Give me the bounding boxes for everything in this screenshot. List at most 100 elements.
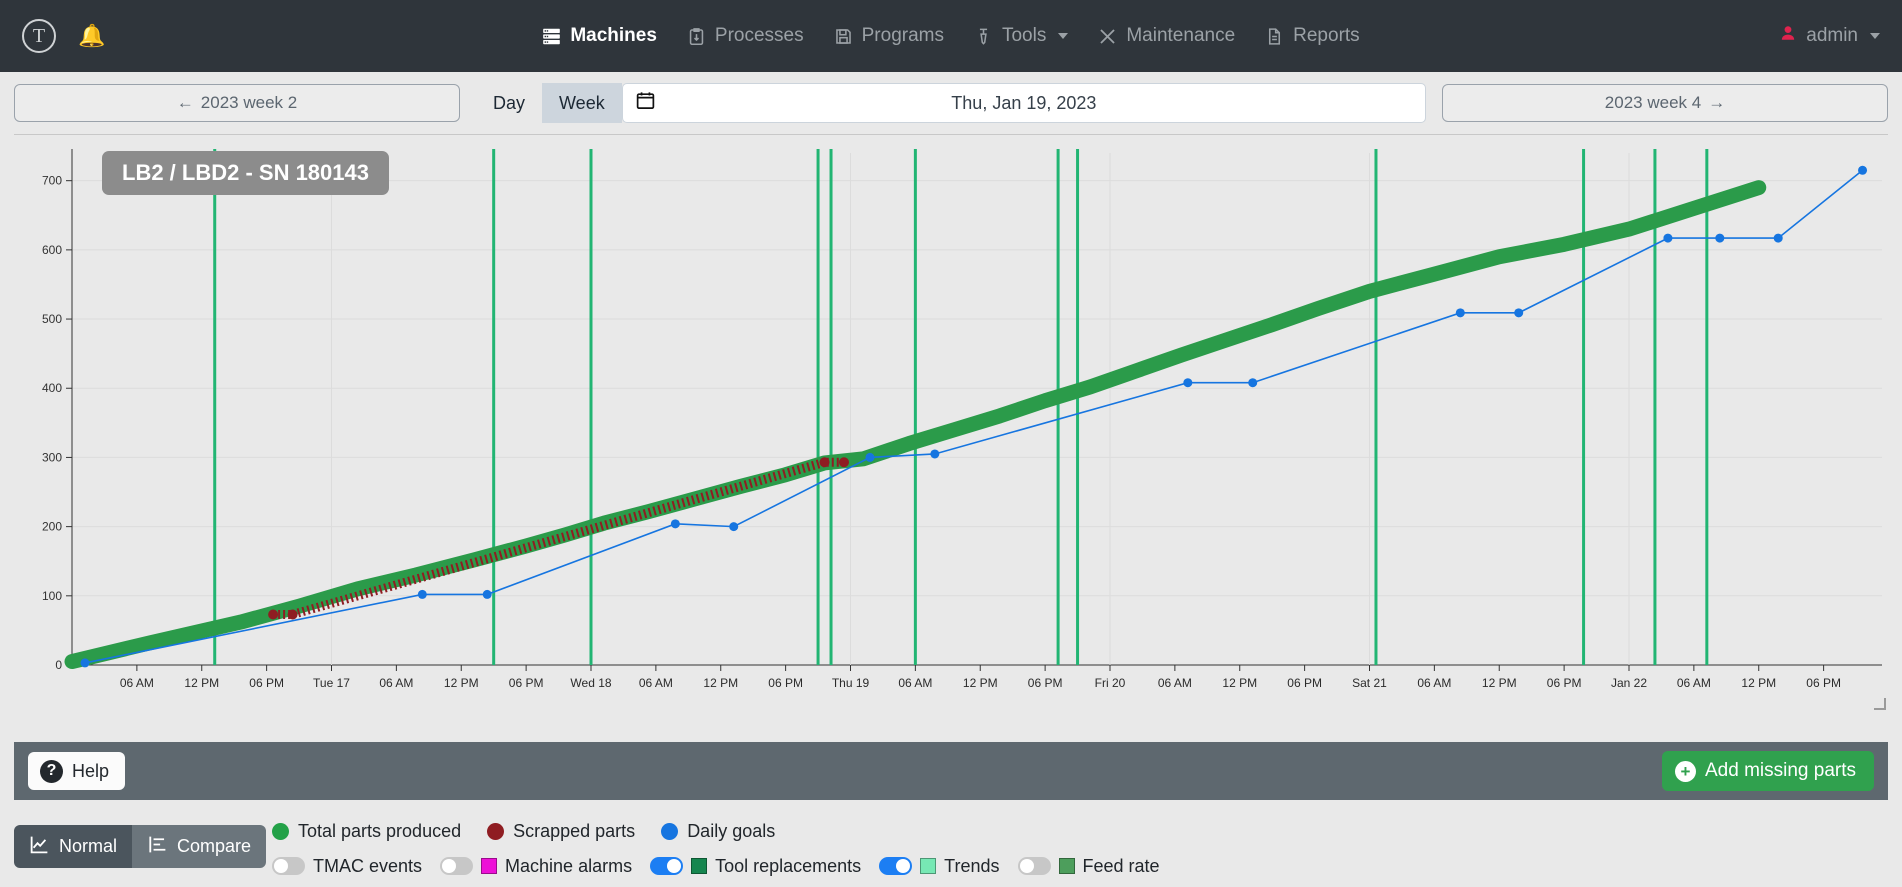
svg-text:06 PM: 06 PM — [509, 676, 544, 690]
legend-color-dot — [487, 822, 505, 840]
chart-action-bar: ? Help + Add missing parts — [14, 742, 1888, 800]
nav-label: Tools — [1001, 25, 1047, 46]
legend-toggle-group: Tool replacements — [650, 856, 861, 877]
toggle-switch[interactable] — [650, 857, 684, 875]
legend-series-item[interactable]: Scrapped parts — [487, 821, 635, 842]
add-missing-parts-button[interactable]: + Add missing parts — [1661, 751, 1874, 791]
legend-toggles-row: TMAC events Machine alarms Tool replacemen… — [272, 849, 1160, 883]
brand-logo-icon[interactable]: T — [22, 19, 56, 53]
nav-label: Processes — [714, 25, 804, 46]
nav-item-reports[interactable]: Reports — [1265, 25, 1360, 47]
legend-series-label: Total parts produced — [298, 820, 462, 841]
svg-text:Tue 17: Tue 17 — [313, 676, 350, 690]
next-week-button[interactable]: 2023 week 4 → — [1442, 84, 1888, 122]
legend-toggle-label: Machine alarms — [505, 855, 633, 876]
nav-item-programs[interactable]: Programs — [834, 25, 944, 47]
nav-item-tools[interactable]: Tools — [974, 25, 1069, 47]
toggle-switch[interactable] — [272, 857, 305, 875]
svg-text:Thu 19: Thu 19 — [832, 676, 870, 690]
svg-text:12 PM: 12 PM — [963, 676, 998, 690]
date-selector-group: Day Week Thu, Jan 19, 2023 — [460, 83, 1442, 123]
help-button[interactable]: ? Help — [28, 752, 126, 790]
machine-badge: LB2 / LBD2 - SN 180143 — [102, 151, 389, 195]
svg-text:06 PM: 06 PM — [768, 676, 803, 690]
legend-toggle-label: TMAC events — [313, 855, 423, 876]
svg-text:12 PM: 12 PM — [703, 676, 738, 690]
nav-label: Reports — [1293, 25, 1360, 46]
svg-text:Wed 18: Wed 18 — [570, 676, 611, 690]
legend-toggle-group: TMAC events — [272, 856, 422, 877]
previous-week-label: 2023 week 2 — [200, 93, 298, 112]
svg-text:06 AM: 06 AM — [1417, 676, 1451, 690]
help-label: Help — [72, 760, 110, 781]
range-week-button[interactable]: Week — [542, 83, 622, 123]
legend-color-dot — [272, 822, 289, 840]
svg-text:06 PM: 06 PM — [1028, 676, 1063, 690]
legend-toggle-group: Machine alarms — [440, 856, 632, 877]
toggle-switch[interactable] — [440, 857, 474, 875]
svg-text:Fri 20: Fri 20 — [1095, 676, 1126, 690]
chart-container[interactable]: 0 100 200 300 400 500 600 700 06 AM 12 PM 06 PM Tue… — [14, 134, 1888, 712]
svg-text:700: 700 — [42, 174, 62, 188]
date-toolbar: ← 2023 week 2 Day Week Thu, Jan 19, 2023… — [0, 72, 1902, 134]
legend-toggle-label: Tool replacements — [715, 855, 862, 876]
toggle-switch[interactable] — [879, 857, 913, 875]
line-chart-icon — [29, 834, 50, 860]
svg-text:100: 100 — [42, 589, 62, 603]
range-day-button[interactable]: Day — [476, 83, 543, 123]
toggle-switch[interactable] — [1017, 857, 1051, 875]
tools-cross-icon — [1098, 27, 1117, 46]
chevron-down-icon — [1058, 33, 1069, 39]
svg-text:06 AM: 06 AM — [639, 676, 673, 690]
legend-area: Normal Compare Total parts produced Scrap… — [0, 810, 1902, 887]
selected-date-label: Thu, Jan 19, 2023 — [951, 92, 1097, 113]
legend-color-swatch — [481, 858, 498, 874]
mode-compare-label: Compare — [177, 836, 252, 856]
legend-series-item[interactable]: Total parts produced — [272, 821, 461, 842]
main-nav-items: Machines Processes Programs Tools Mainte… — [0, 25, 1902, 47]
chart-resize-handle[interactable] — [1874, 698, 1886, 710]
legend-columns: Total parts produced Scrapped parts Daily … — [272, 813, 1160, 883]
nav-label: Programs — [861, 25, 944, 46]
server-rack-icon — [542, 27, 561, 46]
plus-circle-icon: + — [1674, 760, 1696, 782]
user-menu[interactable]: admin — [1779, 24, 1880, 48]
previous-week-button[interactable]: ← 2023 week 2 — [14, 84, 460, 122]
top-navigation-bar: T 🔔 Machines Processes Programs Tools Ma… — [0, 0, 1902, 72]
legend-toggle-label: Feed rate — [1082, 855, 1160, 876]
nav-label: Maintenance — [1126, 25, 1236, 46]
save-disk-icon — [834, 27, 853, 46]
bell-icon[interactable]: 🔔 — [78, 25, 105, 47]
legend-color-dot — [661, 822, 679, 840]
legend-color-swatch — [691, 858, 708, 874]
nav-item-machines[interactable]: Machines — [542, 25, 657, 47]
svg-text:200: 200 — [42, 520, 62, 534]
legend-series-label: Daily goals — [687, 820, 776, 841]
svg-text:06 AM: 06 AM — [898, 676, 932, 690]
range-toggle: Day Week — [476, 83, 622, 123]
svg-text:Jan 22: Jan 22 — [1611, 676, 1647, 690]
mode-compare-button[interactable]: Compare — [132, 825, 267, 868]
date-input[interactable]: Thu, Jan 19, 2023 — [621, 83, 1426, 123]
document-icon — [1265, 27, 1284, 46]
legend-toggle-group: Feed rate — [1017, 855, 1160, 877]
mode-normal-button[interactable]: Normal — [14, 825, 133, 868]
production-chart[interactable]: 0 100 200 300 400 500 600 700 06 AM 12 PM 06 PM Tue… — [14, 135, 1888, 711]
svg-text:06 PM: 06 PM — [1547, 676, 1582, 690]
legend-series-item[interactable]: Daily goals — [661, 821, 775, 842]
chevron-down-icon — [1870, 33, 1880, 39]
svg-text:12 PM: 12 PM — [444, 676, 479, 690]
svg-text:06 AM: 06 AM — [1158, 676, 1192, 690]
user-label: admin — [1806, 25, 1858, 46]
legend-color-swatch — [920, 858, 937, 874]
svg-text:300: 300 — [42, 450, 62, 464]
svg-text:12 PM: 12 PM — [184, 676, 219, 690]
legend-toggle-group: Trends — [879, 856, 1000, 877]
svg-text:06 AM: 06 AM — [1677, 676, 1711, 690]
svg-text:0: 0 — [55, 658, 62, 672]
arrow-right-icon: → — [1708, 93, 1726, 112]
view-mode-toggle: Normal Compare — [14, 825, 267, 868]
nav-item-processes[interactable]: Processes — [687, 25, 804, 47]
nav-item-maintenance[interactable]: Maintenance — [1098, 25, 1235, 47]
svg-text:06 AM: 06 AM — [379, 676, 413, 690]
